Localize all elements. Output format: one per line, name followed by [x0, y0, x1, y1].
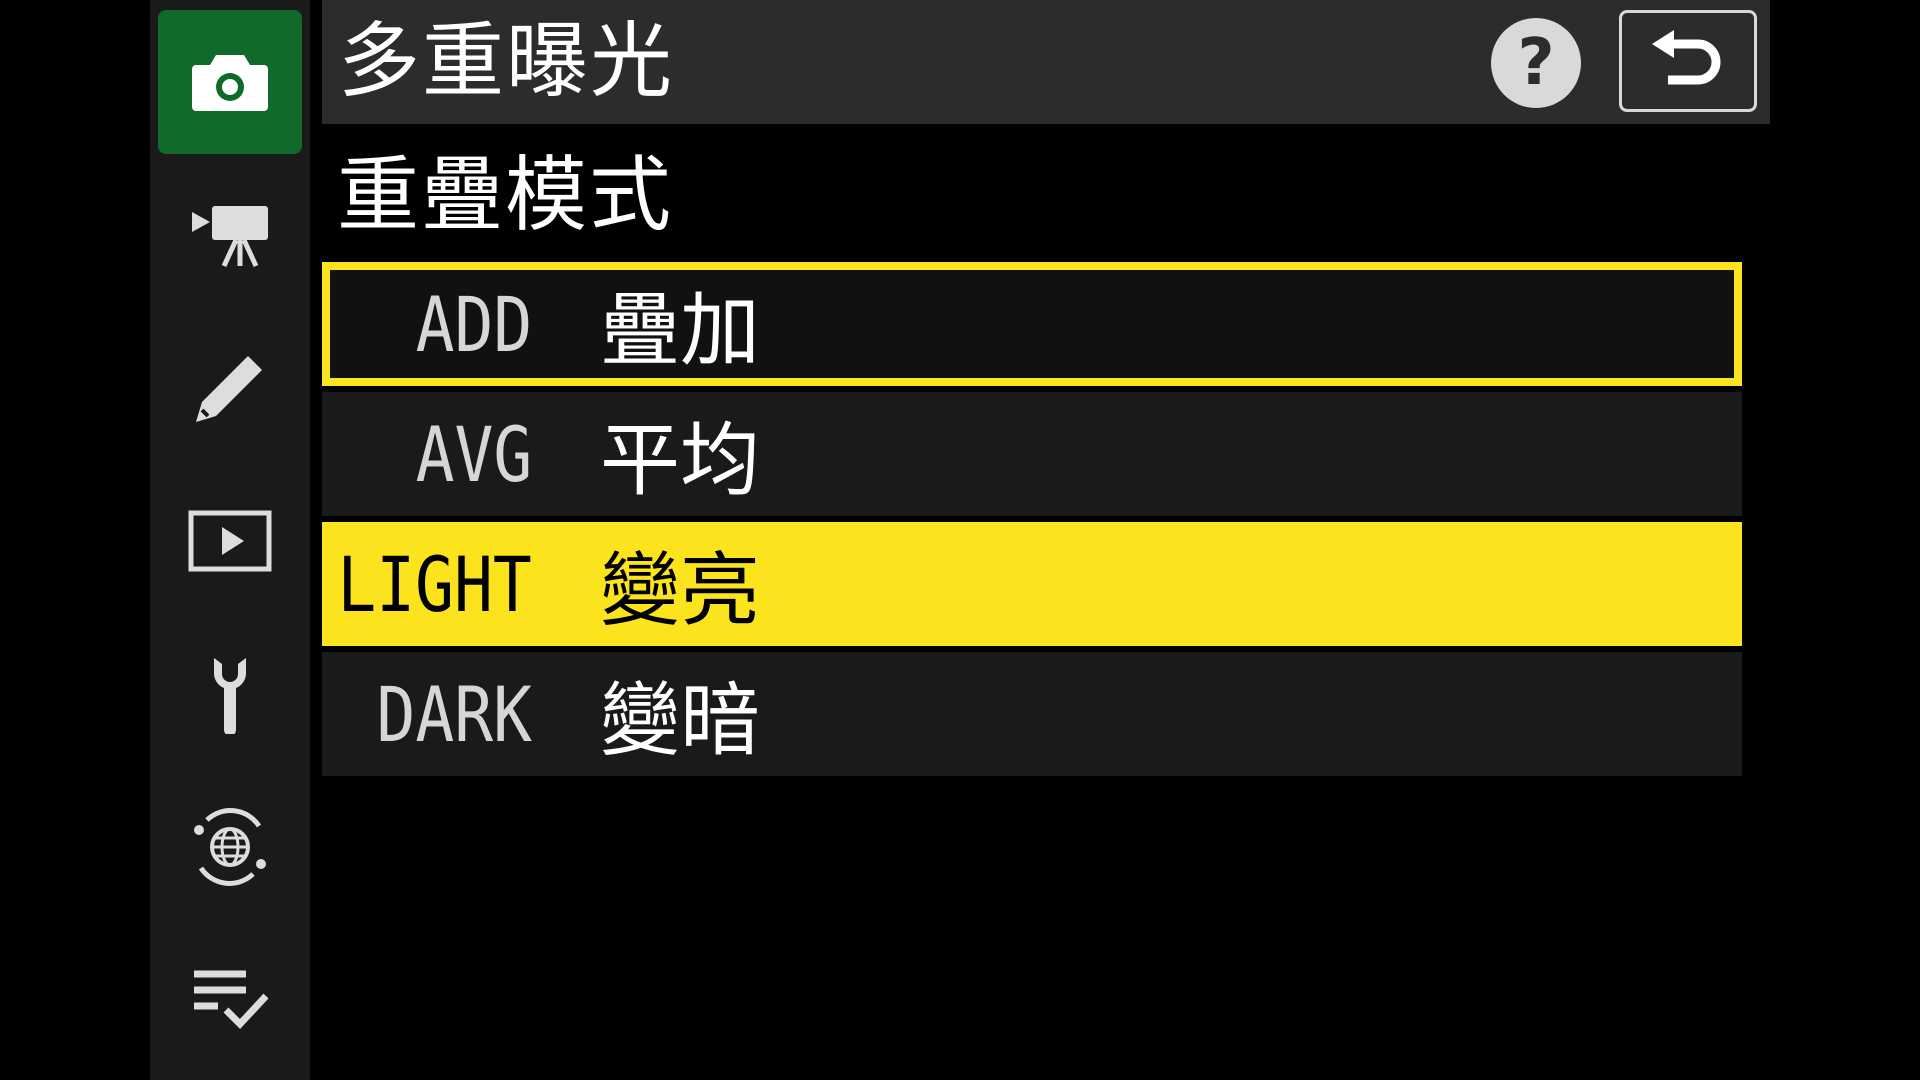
option-label: 疊加 — [600, 284, 760, 377]
my-menu-checklist-icon — [194, 970, 269, 1030]
sidebar-item-photo-shooting[interactable] — [158, 10, 302, 154]
help-button[interactable]: ? — [1491, 18, 1581, 108]
section-title: 重疊模式 — [337, 148, 674, 243]
option-code: ADD — [415, 279, 532, 369]
return-arrow-icon — [1652, 30, 1721, 85]
sidebar-item-retouch[interactable] — [158, 316, 302, 460]
option-label: 變亮 — [600, 544, 760, 637]
option-light[interactable]: LIGHT 變亮 — [322, 522, 1742, 646]
movie-camera-icon — [192, 206, 268, 268]
sidebar-item-my-menu[interactable] — [158, 928, 302, 1072]
playback-icon — [188, 510, 272, 572]
option-avg[interactable]: AVG 平均 — [322, 392, 1742, 516]
option-label: 平均 — [600, 414, 760, 507]
page-title: 多重曝光 — [338, 14, 675, 109]
sidebar-item-network[interactable] — [158, 775, 302, 919]
option-label: 變暗 — [600, 674, 760, 767]
option-code: LIGHT — [337, 539, 532, 629]
pencil-icon — [196, 356, 262, 422]
wrench-icon — [214, 658, 246, 734]
network-globe-icon — [194, 808, 266, 886]
option-code: AVG — [415, 409, 532, 499]
sidebar-item-playback[interactable] — [158, 469, 302, 613]
option-code: DARK — [376, 669, 532, 759]
header-bar: 多重曝光 ? — [322, 0, 1770, 124]
option-dark[interactable]: DARK 變暗 — [322, 652, 1742, 776]
sidebar-item-setup[interactable] — [158, 622, 302, 766]
option-add[interactable]: ADD 疊加 — [322, 262, 1742, 386]
sidebar-menu — [150, 0, 310, 1080]
back-button[interactable] — [1619, 10, 1757, 112]
question-mark-icon: ? — [1517, 26, 1555, 100]
sidebar-item-movie-recording[interactable] — [158, 163, 302, 307]
camera-icon — [192, 55, 268, 111]
